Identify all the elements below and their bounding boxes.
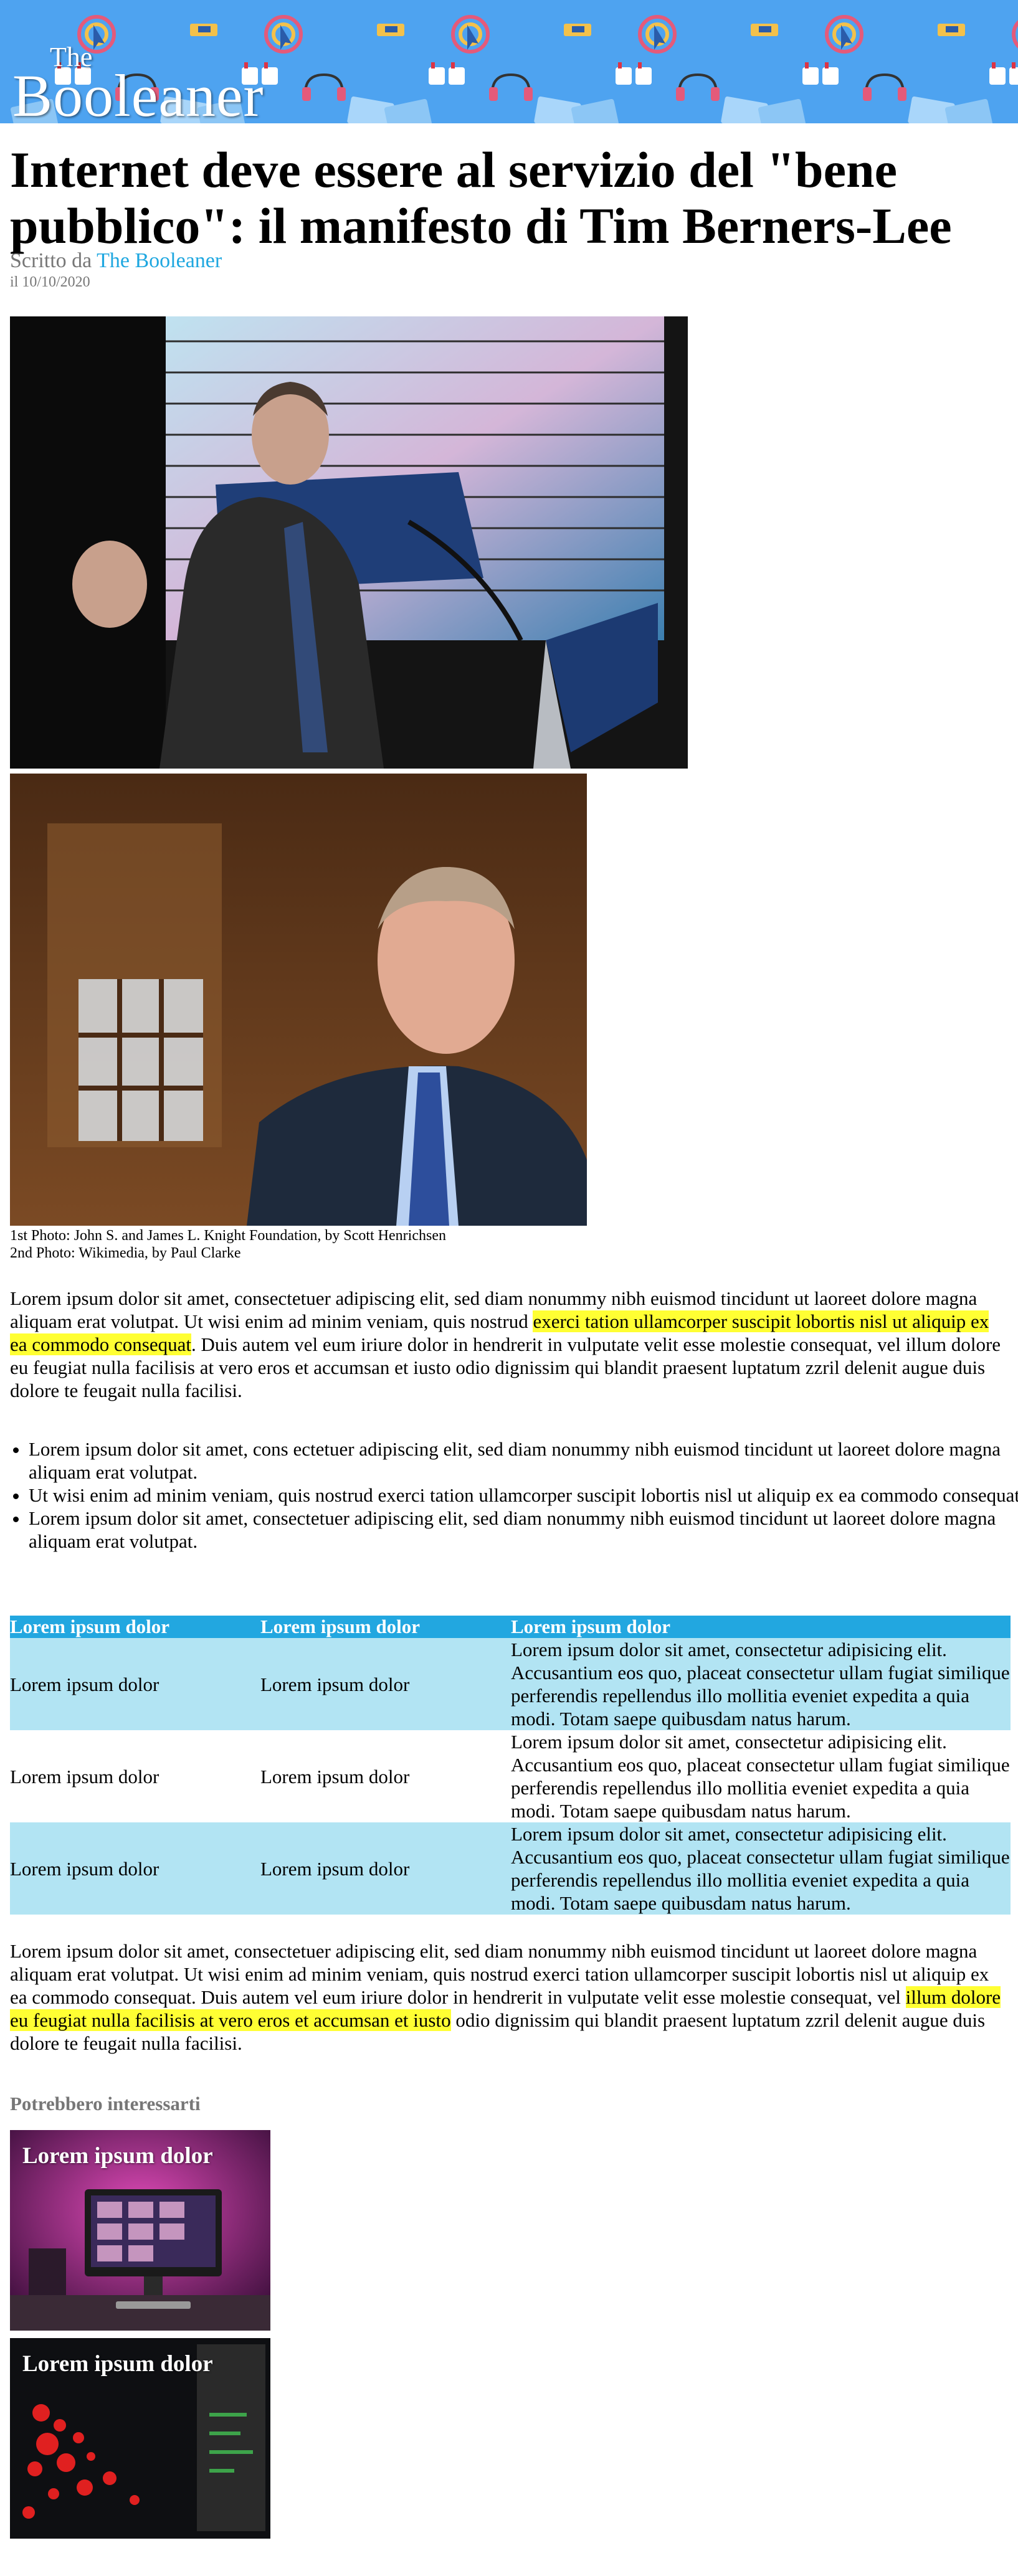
table-header-cell: Lorem ipsum dolor — [260, 1616, 511, 1638]
list-item: Lorem ipsum dolor sit amet, cons ectetue… — [29, 1437, 1018, 1484]
table-cell: Lorem ipsum dolor sit amet, consectetur … — [511, 1638, 1011, 1730]
logo-main: Booleaner — [12, 62, 264, 124]
table-cell: Lorem ipsum dolor — [260, 1638, 511, 1730]
site-logo[interactable]: The Booleaner — [12, 44, 264, 124]
byline-prefix: Scritto da — [10, 249, 97, 272]
list-item: Lorem ipsum dolor sit amet, consectetuer… — [29, 1507, 1018, 1553]
table-cell: Lorem ipsum dolor — [10, 1638, 260, 1730]
related-card[interactable]: Lorem ipsum dolor — [10, 2130, 270, 2331]
paragraph-1: Lorem ipsum dolor sit amet, consectetuer… — [10, 1287, 1011, 1402]
card-title: Lorem ipsum dolor — [22, 2351, 213, 2377]
table-row: Lorem ipsum dolor Lorem ipsum dolor Lore… — [10, 1638, 1011, 1730]
table-header-cell: Lorem ipsum dolor — [10, 1616, 260, 1638]
header-banner: The Booleaner — [0, 0, 1018, 123]
table-row: Lorem ipsum dolor Lorem ipsum dolor Lore… — [10, 1822, 1011, 1915]
bullet-list: Lorem ipsum dolor sit amet, cons ectetue… — [10, 1437, 1018, 1553]
table-cell: Lorem ipsum dolor sit amet, consectetur … — [511, 1730, 1011, 1822]
card-title: Lorem ipsum dolor — [22, 2143, 213, 2169]
article-title: Internet deve essere al servizio del "be… — [10, 141, 952, 254]
data-table: Lorem ipsum dolor Lorem ipsum dolor Lore… — [10, 1616, 1011, 1915]
related-heading: Potrebbero interessarti — [10, 2093, 201, 2114]
table-cell: Lorem ipsum dolor — [10, 1822, 260, 1915]
photo-portrait — [10, 774, 587, 1226]
list-item: Ut wisi enim ad minim veniam, quis nostr… — [29, 1484, 1018, 1507]
table-cell: Lorem ipsum dolor — [260, 1730, 511, 1822]
caption-line-1: 1st Photo: John S. and James L. Knight F… — [10, 1228, 446, 1244]
para2-text-a: Lorem ipsum dolor sit amet, consectetuer… — [10, 1940, 989, 2008]
related-card[interactable]: Lorem ipsum dolor — [10, 2338, 270, 2539]
table-row: Lorem ipsum dolor Lorem ipsum dolor Lore… — [10, 1730, 1011, 1822]
table-cell: Lorem ipsum dolor sit amet, consectetur … — [511, 1822, 1011, 1915]
table-cell: Lorem ipsum dolor — [260, 1822, 511, 1915]
caption-line-2: 2nd Photo: Wikimedia, by Paul Clarke — [10, 1245, 241, 1261]
photo-speaker-stage — [10, 316, 688, 769]
paragraph-2: Lorem ipsum dolor sit amet, consectetuer… — [10, 1939, 1011, 2055]
publish-date: il 10/10/2020 — [10, 274, 90, 290]
table-cell: Lorem ipsum dolor — [10, 1730, 260, 1822]
byline: Scritto da The Booleaner — [10, 249, 222, 273]
table-header-cell: Lorem ipsum dolor — [511, 1616, 1011, 1638]
table-header-row: Lorem ipsum dolor Lorem ipsum dolor Lore… — [10, 1616, 1011, 1638]
photo-caption: 1st Photo: John S. and James L. Knight F… — [10, 1227, 446, 1262]
author-link[interactable]: The Booleaner — [97, 249, 222, 272]
